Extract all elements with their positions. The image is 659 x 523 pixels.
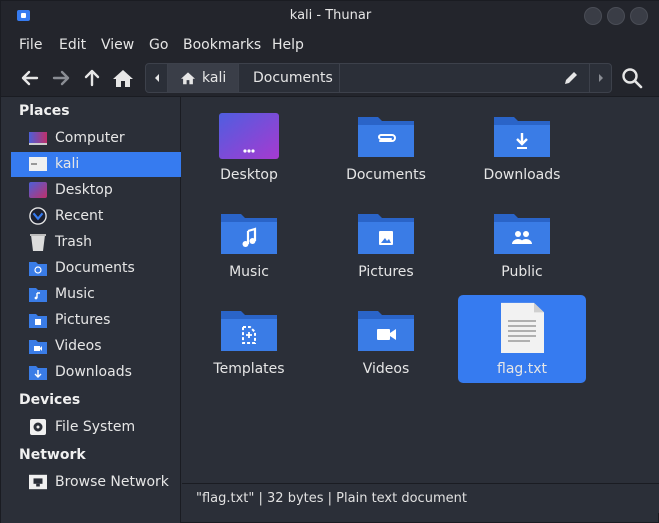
file-item-label: Music — [229, 264, 269, 280]
file-item-public[interactable]: Public — [458, 198, 586, 286]
downloads-folder-icon — [492, 107, 552, 159]
music-folder-icon — [29, 285, 47, 303]
menu-file[interactable]: File — [19, 37, 42, 53]
sidebar-item-music[interactable]: Music — [11, 282, 181, 307]
menu-bar: File Edit View Go Bookmarks Help — [1, 31, 659, 59]
menu-help[interactable]: Help — [272, 37, 304, 53]
file-item-templates[interactable]: Templates — [185, 295, 313, 383]
templates-folder-icon — [219, 301, 279, 353]
file-item-label: Pictures — [358, 264, 414, 280]
sidebar-item-label: Music — [55, 286, 95, 302]
file-item-desktop[interactable]: Desktop — [185, 101, 313, 189]
file-item-documents[interactable]: Documents — [322, 101, 450, 189]
edit-pencil-icon[interactable] — [556, 64, 586, 92]
menu-go[interactable]: Go — [149, 37, 168, 53]
path-segment-documents[interactable]: Documents — [238, 64, 340, 92]
sidebar-item-videos[interactable]: Videos — [11, 334, 181, 359]
sidebar-item-label: Recent — [55, 208, 104, 224]
clock-icon — [29, 207, 47, 225]
sidebar-item-kali[interactable]: kali — [11, 152, 181, 177]
up-arrow-icon[interactable] — [79, 65, 105, 91]
menu-view[interactable]: View — [101, 37, 134, 53]
desktop-icon — [29, 181, 47, 199]
file-view[interactable]: Desktop Documents Downloads Music Pictur… — [182, 97, 646, 483]
thunar-window: kali - Thunar File Edit View Go Bookmark… — [0, 0, 659, 523]
network-icon — [29, 473, 47, 491]
sidebar-item-label: Documents — [55, 260, 135, 276]
status-bar: "flag.txt" | 32 bytes | Plain text docum… — [182, 483, 659, 513]
back-arrow-icon[interactable] — [17, 65, 43, 91]
sidebar-item-label: Desktop — [55, 182, 113, 198]
computer-icon — [29, 129, 47, 147]
text-file-icon — [492, 301, 552, 357]
file-item-videos[interactable]: Videos — [322, 295, 450, 383]
sidebar-item-label: Downloads — [55, 364, 132, 380]
sidebar-item-desktop[interactable]: Desktop — [11, 178, 181, 203]
sidebar-item-label: kali — [55, 156, 80, 172]
toolbar: kali Documents — [1, 59, 659, 97]
file-item-label: Templates — [213, 361, 285, 377]
file-item-downloads[interactable]: Downloads — [458, 101, 586, 189]
file-item-label: Documents — [346, 167, 426, 183]
path-scroll-left-button[interactable] — [146, 64, 168, 92]
music-folder-icon — [219, 204, 279, 256]
desktop-folder-icon — [219, 107, 279, 159]
sidebar-item-label: Videos — [55, 338, 102, 354]
pictures-folder-icon — [356, 204, 416, 256]
file-item-label: flag.txt — [497, 361, 547, 377]
pictures-folder-icon — [29, 311, 47, 329]
forward-arrow-icon[interactable] — [48, 65, 74, 91]
title-bar: kali - Thunar — [1, 1, 659, 31]
file-item-label: Downloads — [483, 167, 561, 183]
status-text: "flag.txt" | 32 bytes | Plain text docum… — [196, 491, 467, 506]
sidebar: Places Computer kali Desktop Recent Tras… — [1, 97, 181, 523]
drive-icon — [29, 418, 47, 436]
sidebar-item-trash[interactable]: Trash — [11, 230, 181, 255]
documents-folder-icon — [29, 259, 47, 277]
videos-folder-icon — [29, 337, 47, 355]
file-item-label: Videos — [362, 361, 410, 377]
menu-edit[interactable]: Edit — [59, 37, 86, 53]
downloads-folder-icon — [29, 363, 47, 381]
close-button[interactable] — [630, 7, 648, 25]
file-item-label: Desktop — [220, 167, 278, 183]
home-folder-icon — [29, 155, 47, 173]
public-folder-icon — [492, 204, 552, 256]
sidebar-item-recent[interactable]: Recent — [11, 204, 181, 229]
sidebar-item-documents[interactable]: Documents — [11, 256, 181, 281]
sidebar-item-browse-network[interactable]: Browse Network — [11, 470, 181, 495]
sidebar-item-label: Computer — [55, 130, 125, 146]
path-segment-home[interactable]: kali — [168, 64, 238, 92]
path-scroll-right-button[interactable] — [589, 64, 611, 92]
sidebar-item-downloads[interactable]: Downloads — [11, 360, 181, 385]
sidebar-item-label: Browse Network — [55, 474, 169, 490]
file-item-label: Public — [501, 264, 543, 280]
file-item-music[interactable]: Music — [185, 198, 313, 286]
file-item-flag-txt[interactable]: flag.txt — [458, 295, 586, 383]
scrollbar[interactable] — [646, 97, 659, 483]
sidebar-item-pictures[interactable]: Pictures — [11, 308, 181, 333]
sidebar-item-label: File System — [55, 419, 136, 435]
videos-folder-icon — [356, 301, 416, 353]
trash-icon — [29, 233, 47, 251]
search-icon[interactable] — [619, 65, 645, 91]
path-segment-label: Documents — [253, 70, 333, 86]
path-segment-label: kali — [202, 70, 227, 86]
network-heading: Network — [19, 447, 86, 463]
sidebar-item-label: Pictures — [55, 312, 111, 328]
path-bar: kali Documents — [145, 63, 612, 93]
menu-bookmarks[interactable]: Bookmarks — [183, 37, 261, 53]
home-icon[interactable] — [110, 65, 136, 91]
minimize-button[interactable] — [584, 7, 602, 25]
sidebar-item-file-system[interactable]: File System — [11, 415, 181, 440]
places-heading: Places — [19, 103, 70, 119]
window-title: kali - Thunar — [289, 8, 372, 23]
documents-folder-icon — [356, 107, 416, 159]
sidebar-item-label: Trash — [55, 234, 92, 250]
file-item-pictures[interactable]: Pictures — [322, 198, 450, 286]
sidebar-item-computer[interactable]: Computer — [11, 126, 181, 151]
devices-heading: Devices — [19, 392, 81, 408]
maximize-button[interactable] — [607, 7, 625, 25]
home-icon — [181, 72, 195, 85]
